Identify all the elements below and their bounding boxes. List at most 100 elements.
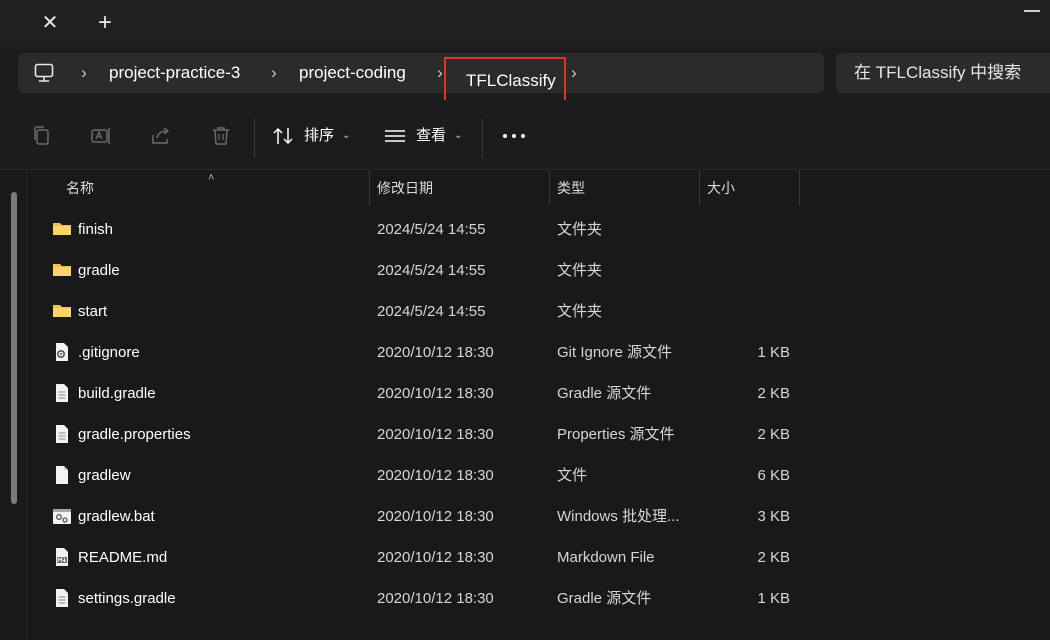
file-size: 1 KB (757, 590, 790, 607)
view-icon (385, 130, 405, 142)
command-toolbar: 排序 ⌄ 查看 ⌄ (0, 100, 1050, 170)
address-row: › project-practice-3 › project-coding › … (0, 47, 1050, 103)
file-type: Windows 批处理... (557, 508, 680, 525)
file-modified: 2020/10/12 18:30 (377, 344, 494, 361)
file-row[interactable]: build.gradle 2020/10/12 18:30 Gradle 源文件… (28, 373, 1050, 414)
file-row[interactable]: finish 2024/5/24 14:55 文件夹 (28, 209, 1050, 250)
file-row[interactable]: gradlew 2020/10/12 18:30 文件 6 KB (28, 455, 1050, 496)
text-file-icon (56, 589, 68, 607)
file-size: 2 KB (757, 549, 790, 566)
column-header-size[interactable]: 大小 (700, 171, 800, 205)
column-headers: 名称 ˄ 修改日期 类型 大小 (28, 171, 1050, 205)
text-file-icon (56, 384, 68, 402)
file-type: 文件夹 (557, 303, 603, 320)
column-header-name-label: 名称 (66, 180, 94, 196)
file-row[interactable]: start 2024/5/24 14:55 文件夹 (28, 291, 1050, 332)
folder-icon (53, 264, 71, 276)
file-row[interactable]: .gitignore 2020/10/12 18:30 Git Ignore 源… (28, 332, 1050, 373)
file-name: finish (78, 221, 114, 238)
column-header-size-label: 大小 (707, 180, 735, 196)
copy-icon[interactable] (30, 125, 52, 147)
settings-file-icon (56, 343, 68, 361)
file-name: build.gradle (78, 385, 156, 402)
file-size: 6 KB (757, 467, 790, 484)
breadcrumb-separator-icon[interactable]: › (268, 62, 280, 84)
sort-icon (273, 127, 293, 145)
file-name: settings.gradle (78, 590, 176, 607)
breadcrumb-separator-icon[interactable]: › (568, 62, 580, 84)
folder-icon (53, 305, 71, 317)
file-name: gradle (78, 262, 120, 279)
file-type: 文件 (557, 467, 588, 484)
file-size: 3 KB (757, 508, 790, 525)
file-name: .gitignore (78, 344, 140, 361)
chevron-down-icon: ⌄ (342, 130, 351, 141)
more-icon[interactable] (500, 122, 528, 150)
text-file-icon (56, 425, 68, 443)
new-tab-button[interactable]: + (92, 10, 118, 36)
breadcrumb-project-coding[interactable]: project-coding (299, 61, 406, 85)
computer-icon[interactable] (34, 62, 54, 84)
file-modified: 2020/10/12 18:30 (377, 426, 494, 443)
file-type: Gradle 源文件 (557, 590, 652, 607)
blank-file-icon (56, 466, 68, 484)
search-input[interactable] (836, 53, 1050, 93)
breadcrumb-current-highlight[interactable]: TFLClassify (444, 57, 566, 103)
toolbar-divider (254, 118, 255, 158)
search-box[interactable] (836, 53, 1050, 93)
file-modified: 2020/10/12 18:30 (377, 508, 494, 525)
markdown-file-icon (56, 548, 68, 566)
address-bar[interactable]: › project-practice-3 › project-coding › … (18, 53, 824, 103)
file-size: 1 KB (757, 344, 790, 361)
file-modified: 2020/10/12 18:30 (377, 549, 494, 566)
file-name: README.md (78, 549, 168, 566)
file-row[interactable]: README.md 2020/10/12 18:30 Markdown File… (28, 537, 1050, 578)
close-tab-button[interactable]: ✕ (37, 10, 63, 36)
sort-label: 排序 (304, 127, 335, 144)
file-row[interactable]: gradle 2024/5/24 14:55 文件夹 (28, 250, 1050, 291)
file-modified: 2024/5/24 14:55 (377, 262, 486, 279)
file-modified: 2020/10/12 18:30 (377, 590, 494, 607)
file-row[interactable]: gradle.properties 2020/10/12 18:30 Prope… (28, 414, 1050, 455)
file-modified: 2024/5/24 14:55 (377, 221, 486, 238)
minimize-button[interactable] (1024, 10, 1040, 12)
file-name: gradle.properties (78, 426, 191, 443)
file-name: gradlew (78, 467, 131, 484)
file-row[interactable]: gradlew.bat 2020/10/12 18:30 Windows 批处理… (28, 496, 1050, 537)
sort-ascending-icon: ˄ (208, 172, 215, 184)
rename-icon[interactable] (90, 125, 112, 147)
column-header-modified-label: 修改日期 (377, 180, 433, 196)
navigation-scrollbar[interactable] (11, 192, 17, 504)
file-modified: 2020/10/12 18:30 (377, 467, 494, 484)
file-type: 文件夹 (557, 262, 603, 279)
column-header-name[interactable]: 名称 ˄ (28, 171, 370, 205)
file-size: 2 KB (757, 426, 790, 443)
toolbar-divider (482, 118, 483, 158)
file-modified: 2020/10/12 18:30 (377, 385, 494, 402)
breadcrumb-tflclassify[interactable]: TFLClassify (466, 69, 556, 93)
folder-icon (53, 223, 71, 235)
view-button[interactable]: 查看 ⌄ (384, 122, 466, 150)
file-type: Gradle 源文件 (557, 385, 652, 402)
column-header-type-label: 类型 (557, 180, 585, 196)
column-header-modified[interactable]: 修改日期 (370, 171, 550, 205)
column-header-type[interactable]: 类型 (550, 171, 700, 205)
sort-button[interactable]: 排序 ⌄ (272, 122, 352, 150)
file-modified: 2024/5/24 14:55 (377, 303, 486, 320)
file-list: finish 2024/5/24 14:55 文件夹 gradle 2024/5… (28, 209, 1050, 639)
view-label: 查看 (416, 127, 447, 144)
file-type: Markdown File (557, 549, 655, 566)
file-name: start (78, 303, 108, 320)
file-size: 2 KB (757, 385, 790, 402)
batch-file-icon (53, 509, 71, 524)
delete-icon[interactable] (210, 125, 232, 147)
file-type: 文件夹 (557, 221, 603, 238)
share-icon[interactable] (150, 125, 172, 147)
chevron-down-icon: ⌄ (454, 130, 463, 141)
file-row[interactable]: settings.gradle 2020/10/12 18:30 Gradle … (28, 578, 1050, 619)
breadcrumb-project-practice-3[interactable]: project-practice-3 (109, 61, 240, 85)
breadcrumb-separator-icon[interactable]: › (78, 62, 90, 84)
file-name: gradlew.bat (78, 508, 155, 525)
file-type: Git Ignore 源文件 (557, 344, 673, 361)
file-type: Properties 源文件 (557, 426, 675, 443)
